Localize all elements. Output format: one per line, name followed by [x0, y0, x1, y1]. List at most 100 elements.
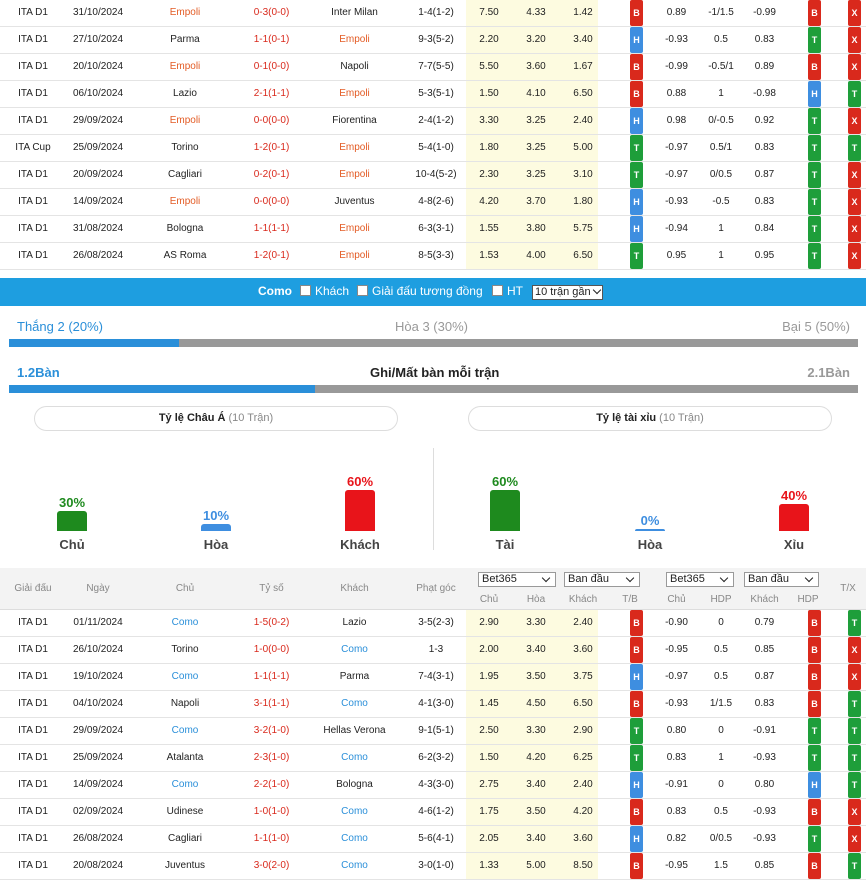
same-league-checkbox[interactable] — [357, 285, 368, 296]
cell-score[interactable]: 1-1(1-1) — [240, 216, 303, 242]
cell-home-team[interactable]: Como — [130, 664, 240, 690]
cell-home-team[interactable]: Parma — [130, 27, 240, 53]
cell-score[interactable]: 1-0(1-0) — [240, 799, 303, 825]
cell-score[interactable]: 2-2(1-0) — [240, 772, 303, 798]
cell-home-team[interactable]: Como — [130, 772, 240, 798]
cell-score[interactable]: 1-5(0-2) — [240, 610, 303, 636]
cell-away-team[interactable]: Como — [303, 637, 406, 663]
cell-away-team[interactable]: Empoli — [303, 243, 406, 269]
bookmaker-select-1x2[interactable]: Bet365 — [478, 572, 556, 587]
cell-date: 20/10/2024 — [72, 61, 124, 72]
result-badge: T — [630, 718, 643, 744]
cell-away-team[interactable]: Hellas Verona — [303, 718, 406, 744]
cell-away-team[interactable]: Como — [303, 853, 406, 879]
cell-tb: B — [606, 81, 654, 107]
cell-ah-hdp: 0.5 — [714, 671, 728, 682]
result-badge: B — [630, 54, 643, 80]
cell-away-team[interactable]: Parma — [303, 664, 406, 690]
cell-away-team[interactable]: Napoli — [303, 54, 406, 80]
cell-away-team[interactable]: Lazio — [303, 610, 406, 636]
cell-score[interactable]: 2-1(1-1) — [240, 81, 303, 107]
cell-score[interactable]: 1-1(1-1) — [240, 664, 303, 690]
cell-score[interactable]: 0-2(0-1) — [240, 162, 303, 188]
cell-home-team[interactable]: Empoli — [130, 0, 240, 26]
cell-home-team[interactable]: Atalanta — [130, 745, 240, 771]
result-badge: T — [808, 243, 821, 269]
cell-score[interactable]: 1-2(0-1) — [240, 243, 303, 269]
cell-home-team[interactable]: Torino — [130, 637, 240, 663]
stat-label: Hòa — [637, 537, 663, 552]
cell-score[interactable]: 3-1(1-1) — [240, 691, 303, 717]
cell-score[interactable]: 0-0(0-0) — [240, 189, 303, 215]
result-badge: T — [808, 216, 821, 242]
cell-away-team[interactable]: Como — [303, 745, 406, 771]
cell-score[interactable]: 1-1(1-0) — [240, 826, 303, 852]
result-badge: T — [848, 81, 861, 107]
cell-score[interactable]: 3-2(1-0) — [240, 718, 303, 744]
cell-score[interactable]: 2-3(1-0) — [240, 745, 303, 771]
cell-away-team[interactable]: Juventus — [303, 189, 406, 215]
cell-odds-draw: 3.40 — [526, 833, 546, 844]
odds-type-select-1x2[interactable]: Ban đầu — [564, 572, 640, 587]
cell-score[interactable]: 0-1(0-0) — [240, 54, 303, 80]
cell-score[interactable]: 3-0(2-0) — [240, 853, 303, 879]
cell-home-team[interactable]: Empoli — [130, 189, 240, 215]
result-badge: T — [848, 772, 861, 798]
cell-away-team[interactable]: Fiorentina — [303, 108, 406, 134]
previous-matches-table-away: ITA D1 01/11/2024 Como 1-5(0-2) Lazio 3-5(2-3… — [0, 610, 866, 880]
away-filter[interactable]: Khách — [300, 284, 349, 298]
away-checkbox[interactable] — [300, 285, 311, 296]
cell-home-team[interactable]: Empoli — [130, 54, 240, 80]
cell-home-team[interactable]: Como — [130, 610, 240, 636]
cell-score[interactable]: 0-0(0-0) — [240, 108, 303, 134]
cell-away-team[interactable]: Como — [303, 799, 406, 825]
cell-home-team[interactable]: Lazio — [130, 81, 240, 107]
cell-away-team[interactable]: Como — [303, 826, 406, 852]
cell-away-team[interactable]: Inter Milan — [303, 0, 406, 26]
cell-home-team[interactable]: Udinese — [130, 799, 240, 825]
result-badge: X — [848, 0, 861, 26]
recent-matches-select[interactable]: 10 trận gần — [532, 285, 603, 300]
cell-tx-result: T — [830, 81, 866, 107]
cell-odds-home: 1.55 — [479, 223, 499, 234]
cell-home-team[interactable]: Cagliari — [130, 162, 240, 188]
cell-home-team[interactable]: Bologna — [130, 216, 240, 242]
cell-home-team[interactable]: Como — [130, 718, 240, 744]
cell-score[interactable]: 1-0(0-0) — [240, 637, 303, 663]
cell-score[interactable]: 1-1(0-1) — [240, 27, 303, 53]
cell-home-team[interactable]: Empoli — [130, 108, 240, 134]
cell-home-team[interactable]: Juventus — [130, 853, 240, 879]
cell-score[interactable]: 0-3(0-0) — [240, 0, 303, 26]
cell-away-team[interactable]: Empoli — [303, 81, 406, 107]
cell-tx-result: X — [830, 826, 866, 852]
cell-ah-away: 0.85 — [754, 860, 775, 871]
cell-date: 31/10/2024 — [72, 7, 124, 18]
cell-ah-hdp: 0 — [718, 725, 724, 736]
cell-away-team[interactable]: Bologna — [303, 772, 406, 798]
header-score: Tỷ số — [259, 583, 284, 594]
cell-hdp-result: H — [786, 772, 830, 798]
cell-hdp-result: T — [786, 216, 830, 242]
same-league-filter[interactable]: Giải đấu tương đồng — [357, 284, 483, 298]
header-ah-home: Chủ — [667, 594, 686, 605]
cell-home-team[interactable]: Napoli — [130, 691, 240, 717]
cell-odds-away: 3.10 — [573, 169, 593, 180]
cell-away-team[interactable]: Empoli — [303, 135, 406, 161]
cell-ah-home: 0.80 — [666, 725, 687, 736]
stat-bar — [345, 490, 375, 531]
cell-away-team[interactable]: Empoli — [303, 162, 406, 188]
cell-away-team[interactable]: Como — [303, 691, 406, 717]
result-badge: H — [808, 81, 821, 107]
cell-ah-hdp: 0 — [718, 617, 724, 628]
ht-filter[interactable]: HT — [492, 284, 523, 298]
cell-home-team[interactable]: AS Roma — [130, 243, 240, 269]
ht-checkbox[interactable] — [492, 285, 503, 296]
cell-away-team[interactable]: Empoli — [303, 216, 406, 242]
cell-home-team[interactable]: Torino — [130, 135, 240, 161]
bookmaker-select-ah[interactable]: Bet365 — [666, 572, 734, 587]
cell-away-team[interactable]: Empoli — [303, 27, 406, 53]
odds-type-select-ah[interactable]: Ban đầu — [744, 572, 819, 587]
cell-home-team[interactable]: Cagliari — [130, 826, 240, 852]
cell-score[interactable]: 1-2(0-1) — [240, 135, 303, 161]
cell-tb: T — [606, 135, 654, 161]
